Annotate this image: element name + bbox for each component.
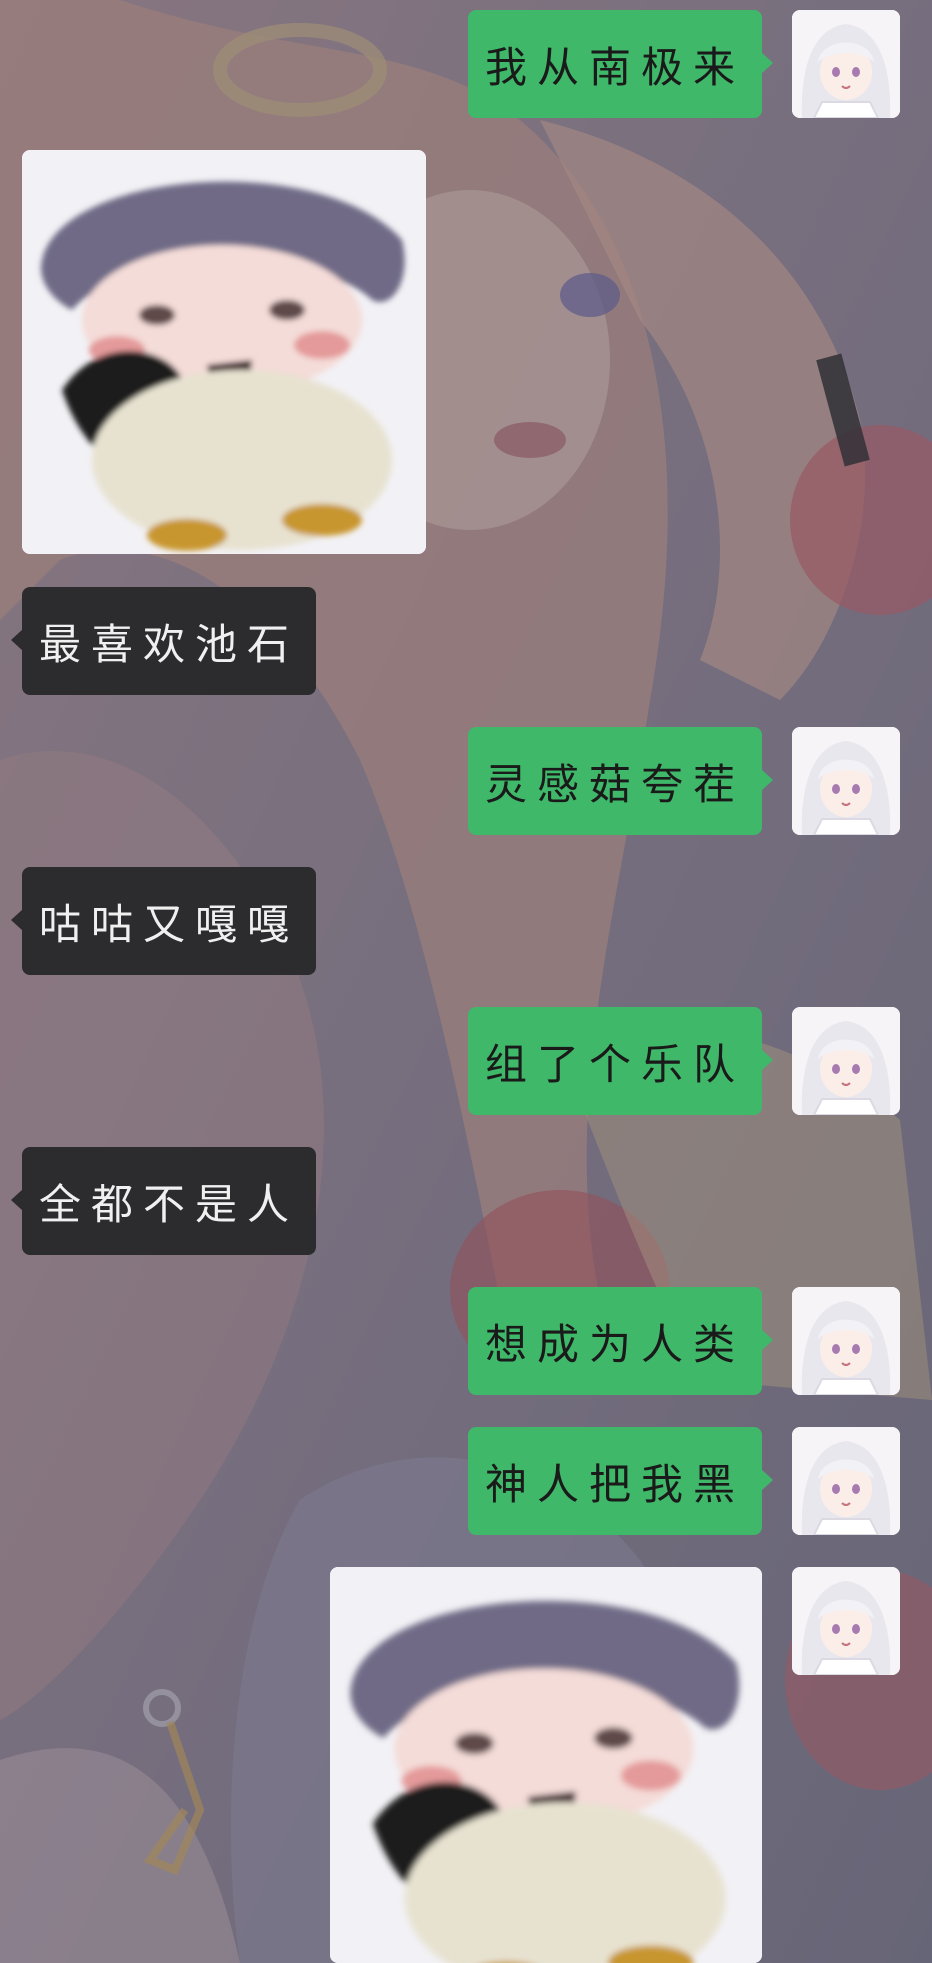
outgoing-message-bubble[interactable]: 灵感菇夸茬 — [468, 727, 773, 835]
outgoing-message-bubble[interactable]: 想成为人类 — [468, 1287, 773, 1395]
white-haired-girl-avatar-icon — [792, 1567, 900, 1675]
white-haired-girl-avatar-icon — [792, 1427, 900, 1535]
chat-message-list[interactable]: 我从南极来 最喜欢池石 灵感菇夸茬 咕咕又嘎嘎 组了个乐队 全都不是人 想成为人… — [0, 0, 932, 1963]
self-avatar[interactable] — [792, 1567, 900, 1675]
self-avatar[interactable] — [792, 10, 900, 118]
self-avatar[interactable] — [792, 1427, 900, 1535]
white-haired-girl-avatar-icon — [792, 727, 900, 835]
white-haired-girl-avatar-icon — [792, 1007, 900, 1115]
self-avatar[interactable] — [792, 1007, 900, 1115]
self-avatar[interactable] — [792, 1287, 900, 1395]
outgoing-message-bubble[interactable]: 组了个乐队 — [468, 1007, 773, 1115]
outgoing-sticker-image[interactable] — [330, 1567, 762, 1963]
self-avatar[interactable] — [792, 727, 900, 835]
incoming-message-bubble[interactable]: 全都不是人 — [11, 1147, 316, 1255]
incoming-message-bubble[interactable]: 最喜欢池石 — [11, 587, 316, 695]
outgoing-message-bubble[interactable]: 神人把我黑 — [468, 1427, 773, 1535]
incoming-sticker-image[interactable] — [22, 150, 426, 554]
white-haired-girl-avatar-icon — [792, 1287, 900, 1395]
white-haired-girl-avatar-icon — [792, 10, 900, 118]
outgoing-message-bubble[interactable]: 我从南极来 — [468, 10, 773, 118]
penguin-girl-sticker-icon — [22, 150, 426, 554]
incoming-message-bubble[interactable]: 咕咕又嘎嘎 — [11, 867, 316, 975]
penguin-girl-sticker-icon — [330, 1567, 762, 1963]
